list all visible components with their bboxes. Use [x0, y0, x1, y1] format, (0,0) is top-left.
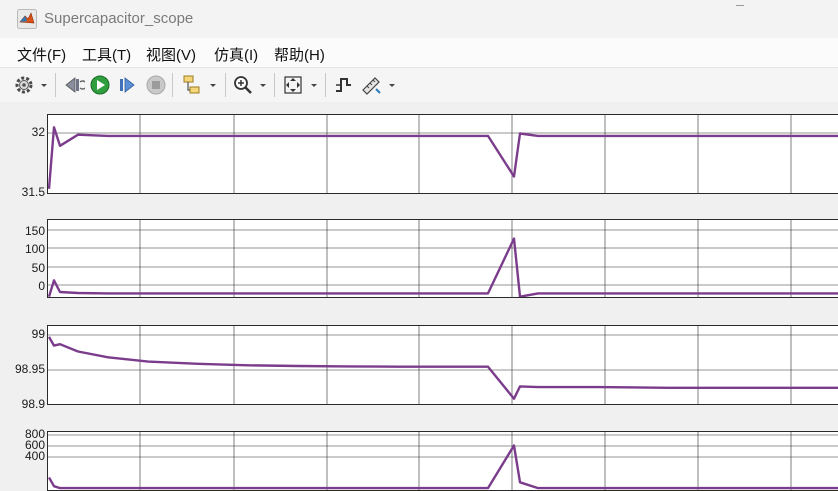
signal-trace	[48, 126, 838, 189]
toolbar	[0, 67, 838, 103]
menu-bar: 文件(F) 工具(T) 视图(V) 仿真(I) 帮助(H)	[0, 38, 838, 67]
toolbar-separator	[274, 73, 275, 97]
chevron-down-icon[interactable]	[387, 73, 397, 97]
autoscale-icon[interactable]	[282, 73, 304, 97]
menu-tools[interactable]: 工具(T)	[82, 44, 131, 65]
y-tick-label: 98.9	[21, 397, 45, 411]
triggers-icon[interactable]	[332, 73, 354, 97]
scope-display: 32 31.5 150 100 50 0 99 98.95 98.9 800 6…	[0, 102, 838, 491]
gear-icon[interactable]	[13, 73, 35, 97]
y-tick-label: 100	[24, 242, 45, 256]
axes-soc[interactable]	[47, 325, 838, 405]
signal-trace	[48, 336, 838, 400]
menu-simulation[interactable]: 仿真(I)	[214, 44, 258, 65]
y-tick-label: 98.95	[14, 362, 45, 376]
zoom-in-icon[interactable]	[232, 73, 254, 97]
window-title: Supercapacitor_scope	[44, 10, 194, 27]
highlight-block-icon[interactable]	[181, 73, 203, 97]
chevron-down-icon[interactable]	[208, 73, 218, 97]
toolbar-separator	[172, 73, 173, 97]
menu-file[interactable]: 文件(F)	[17, 44, 66, 65]
y-tick-label: 50	[31, 261, 45, 275]
step-forward-icon[interactable]	[116, 73, 138, 97]
chevron-down-icon[interactable]	[258, 73, 268, 97]
y-tick-label: 99	[31, 327, 45, 341]
stop-icon[interactable]	[145, 73, 167, 97]
plot-svg	[48, 220, 838, 297]
chevron-down-icon[interactable]	[309, 73, 319, 97]
signal-trace	[48, 444, 838, 490]
plot-svg	[48, 432, 838, 490]
toolbar-separator	[55, 73, 56, 97]
plot-svg	[48, 326, 838, 404]
plot-svg	[48, 115, 838, 193]
step-back-icon[interactable]	[63, 73, 85, 97]
menu-help[interactable]: 帮助(H)	[274, 44, 325, 65]
measurements-icon[interactable]	[360, 73, 382, 97]
menu-view[interactable]: 视图(V)	[146, 44, 196, 65]
chevron-down-icon[interactable]	[39, 73, 49, 97]
y-tick-label: 400	[24, 449, 45, 463]
y-tick-label: 150	[24, 224, 45, 238]
window-control[interactable]	[736, 0, 744, 6]
toolbar-separator	[325, 73, 326, 97]
y-tick-label: 0	[38, 279, 45, 293]
matlab-icon	[17, 9, 37, 29]
y-tick-label: 31.5	[21, 185, 45, 199]
axes-voltage[interactable]	[47, 114, 838, 194]
axes-current[interactable]	[47, 219, 838, 298]
title-bar: Supercapacitor_scope	[0, 0, 838, 39]
y-tick-label: 32	[31, 125, 45, 139]
signal-trace	[48, 237, 838, 297]
run-icon[interactable]	[89, 73, 111, 97]
axes-power[interactable]	[47, 431, 838, 491]
toolbar-separator	[225, 73, 226, 97]
